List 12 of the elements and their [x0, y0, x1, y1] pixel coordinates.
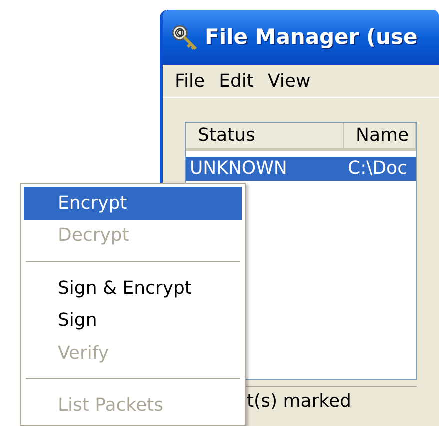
table-cell-text: C:\Doc — [347, 157, 408, 181]
column-header[interactable]: Status — [186, 123, 344, 151]
window-title: File Manager (use — [205, 24, 418, 51]
column-header[interactable]: Name — [344, 123, 416, 151]
key-icon — [171, 24, 199, 52]
table-row[interactable]: UNKNOWN C:\Doc — [186, 157, 416, 181]
menu-item[interactable]: View — [262, 68, 317, 94]
menu-option[interactable]: Encrypt — [24, 187, 242, 220]
status-text: t(s) marked — [247, 390, 352, 414]
table-cell-text: UNKNOWN — [189, 157, 288, 181]
menu-item[interactable]: File — [169, 68, 212, 94]
menu-item[interactable]: Edit — [213, 68, 260, 94]
